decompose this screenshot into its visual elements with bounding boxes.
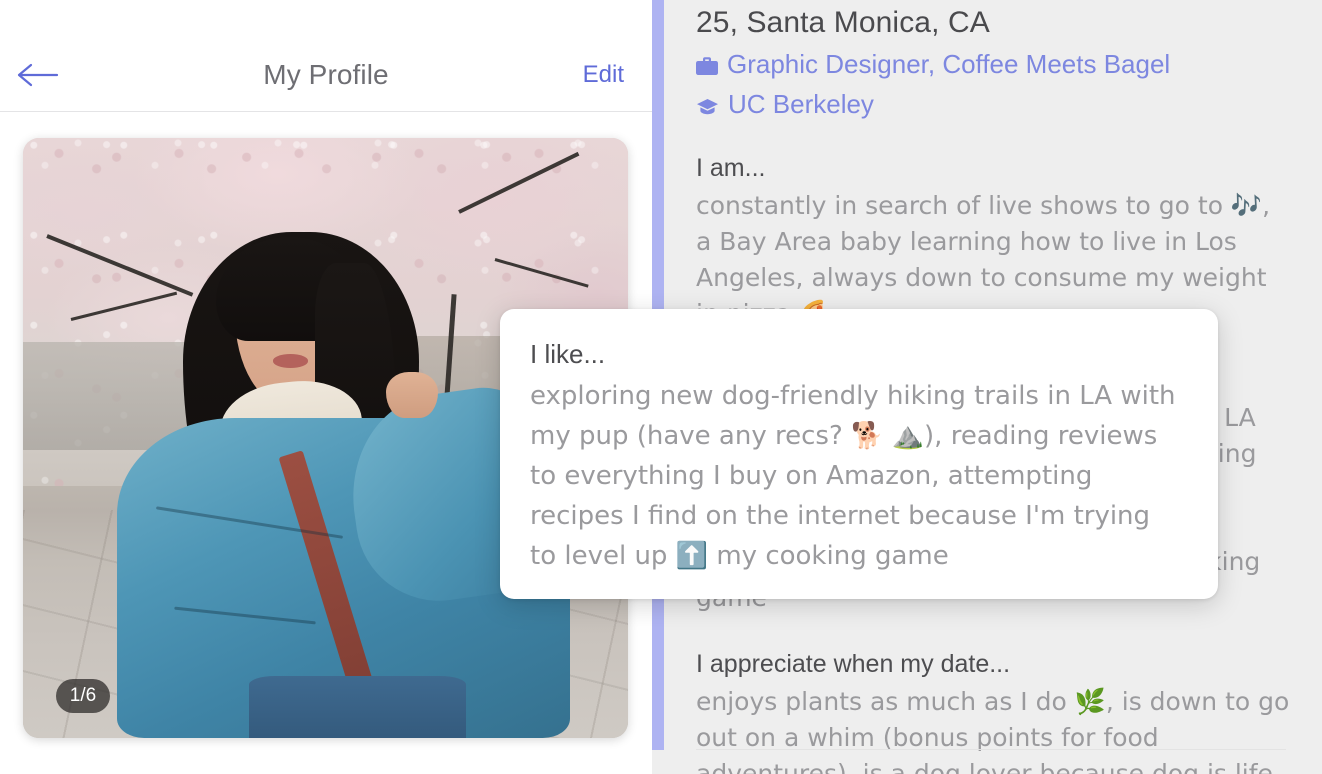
subject-lips [272,354,309,368]
section-divider [696,749,1286,750]
i-like-overlay-card[interactable]: I like... exploring new dog-friendly hik… [500,309,1218,599]
profile-education-row[interactable]: UC Berkeley [696,89,1292,120]
graduation-cap-icon [696,92,719,123]
profile-section-i-appreciate: I appreciate when my date... enjoys plan… [696,650,1292,774]
profile-work-row[interactable]: Graphic Designer, Coffee Meets Bagel [696,49,1292,80]
section-body: enjoys plants as much as I do 🌿, is down… [696,687,1290,774]
section-title: I appreciate when my date... [696,650,1011,678]
profile-headline: 25, Santa Monica, CA [696,6,990,39]
page-title: My Profile [263,59,389,90]
overlay-card-title: I like... [530,339,606,369]
profile-work-label: Graphic Designer, Coffee Meets Bagel [727,49,1171,79]
briefcase-icon [696,52,718,83]
subject-jeans [249,676,467,738]
section-title: I am... [696,154,766,182]
profile-education-label: UC Berkeley [728,89,874,119]
profile-header-bar: My Profile Edit [0,38,652,112]
photo-counter-badge[interactable]: 1/6 [56,679,110,713]
edit-button[interactable]: Edit [583,38,624,112]
profile-screen: My Profile Edit 1/6 25, Santa Monica, CA… [0,0,1322,774]
subject-hand [386,371,438,419]
profile-section-i-am: I am... constantly in search of live sho… [696,154,1292,332]
overlay-card-body: exploring new dog-friendly hiking trails… [530,381,1176,571]
